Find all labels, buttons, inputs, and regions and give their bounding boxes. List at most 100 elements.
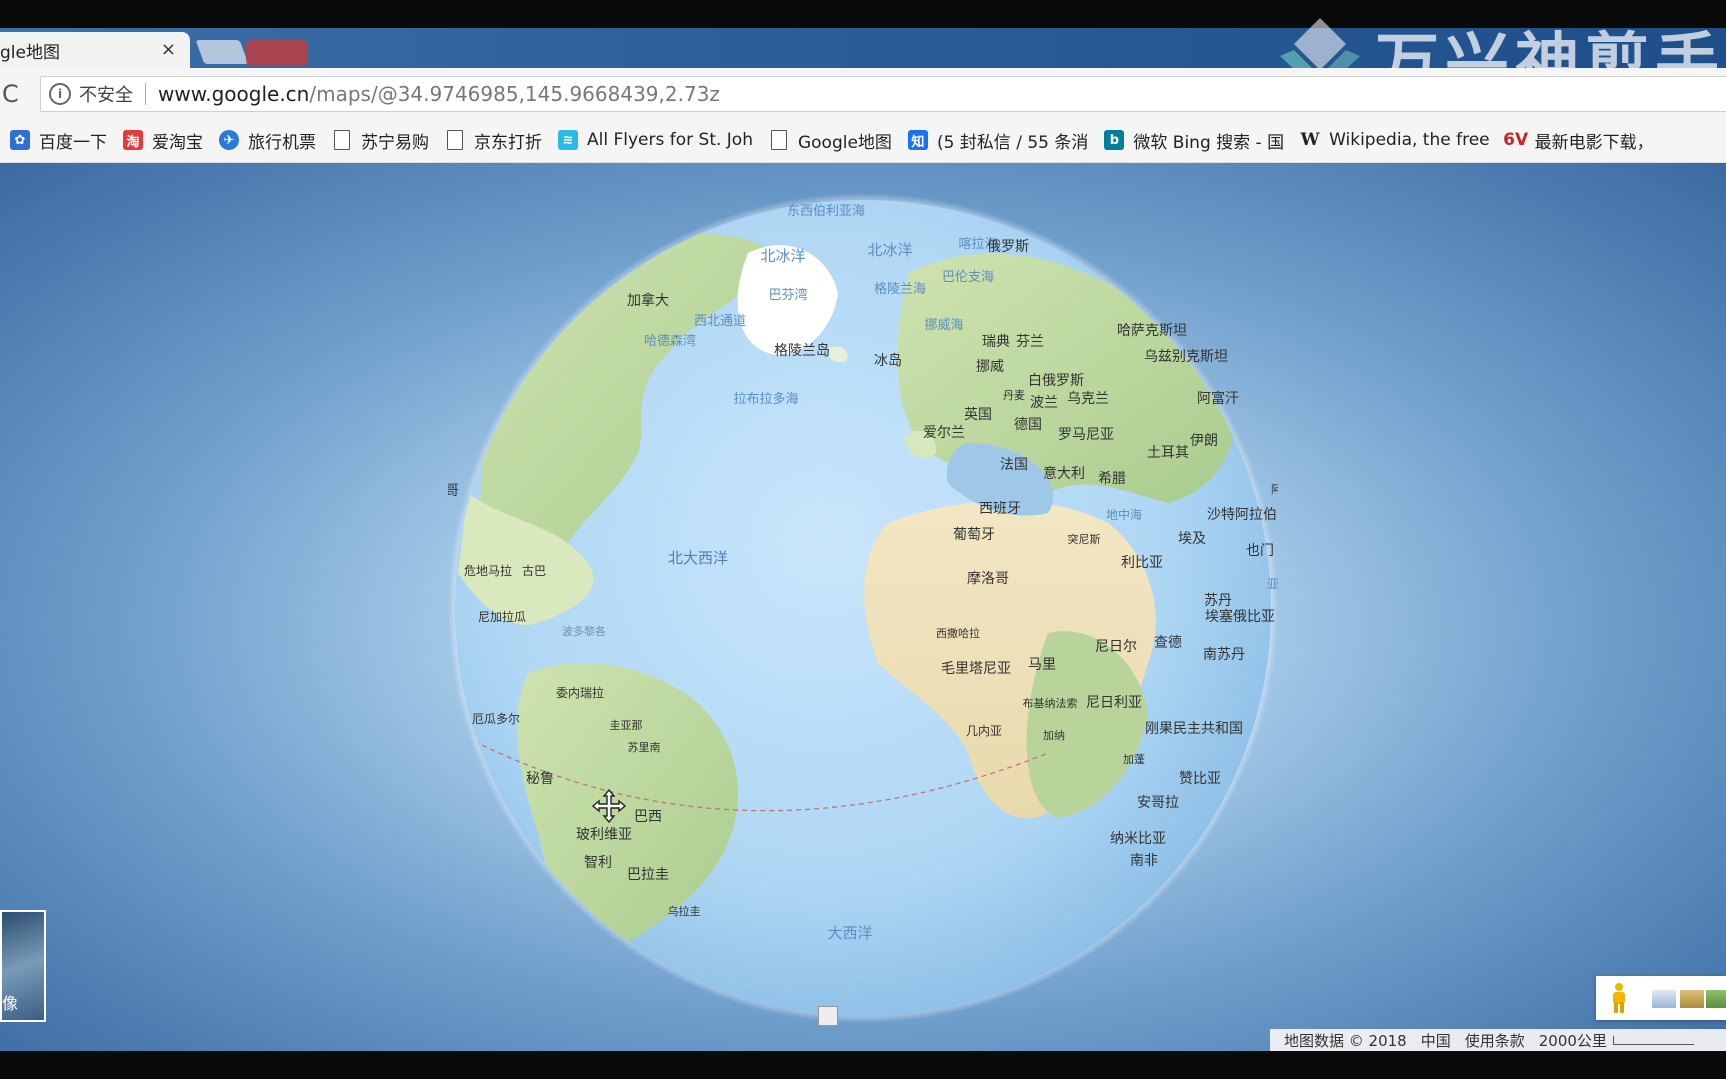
page-icon: [445, 130, 465, 150]
pegman-icon[interactable]: [1610, 982, 1628, 1014]
mali-label: 马里: [1028, 657, 1056, 673]
bookmark-travel[interactable]: ✈ 旅行机票: [219, 128, 316, 153]
tab-title: gle地图: [0, 42, 60, 63]
ireland-label: 爱尔兰: [923, 425, 965, 441]
globe[interactable]: 东西伯利亚海 北冰洋 北冰洋 喀拉海 巴伦支海 巴芬湾 格陵兰海 西北通道 哈德…: [448, 193, 1278, 1023]
bing-icon: b: [1104, 130, 1125, 150]
bookmark-zhihu[interactable]: 知 (5 封私信 / 55 条消: [907, 128, 1088, 153]
tunisia-label: 突尼斯: [1068, 532, 1101, 546]
bookmark-label: 百度一下: [39, 132, 107, 153]
satellite-layer-toggle[interactable]: 像: [0, 910, 46, 1022]
bookmark-label: 苏宁易购: [361, 132, 429, 153]
south-sudan-label: 南苏丹: [1203, 647, 1245, 663]
puerto-rico-label: 波多黎各: [562, 624, 606, 638]
russia-label: 俄罗斯: [987, 239, 1029, 255]
kazakhstan-label: 哈萨克斯坦: [1117, 323, 1187, 339]
mauritania-label: 毛里塔尼亚: [941, 661, 1011, 677]
bookmark-label: 爱淘宝: [152, 132, 203, 153]
baffin-bay-label: 巴芬湾: [768, 287, 807, 303]
guinea-label: 几内亚: [966, 724, 1002, 738]
imagery-thumb-icon[interactable]: [1706, 990, 1726, 1008]
portugal-label: 葡萄牙: [953, 527, 995, 543]
bookmark-label: 京东打折: [474, 132, 542, 153]
norwegian-sea-label: 挪威海: [924, 318, 963, 333]
angola-label: 安哥拉: [1137, 795, 1179, 811]
insecure-label[interactable]: 不安全: [79, 81, 133, 107]
bookmark-label: Wikipedia, the free: [1329, 130, 1490, 150]
taobao-icon: 淘: [123, 130, 143, 150]
chad-label: 查德: [1154, 635, 1182, 651]
scale-label[interactable]: 2000公里: [1539, 1030, 1607, 1051]
bookmark-flyers[interactable]: ≋ All Flyers for St. Joh: [558, 130, 753, 150]
arctic-ocean-label: 北冰洋: [867, 241, 912, 259]
url-path: /maps/@34.9746985,145.9668439,2.73z: [309, 82, 720, 106]
omnibox-divider: [145, 83, 146, 105]
url-host: www.google.cn: [158, 82, 310, 106]
paraguay-label: 巴拉圭: [627, 867, 669, 883]
romania-label: 罗马尼亚: [1058, 427, 1114, 443]
bookmark-taobao[interactable]: 淘 爱淘宝: [123, 128, 203, 153]
url-field[interactable]: i 不安全 www.google.cn /maps/@34.9746985,14…: [40, 76, 1726, 112]
bookmark-jd[interactable]: 京东打折: [445, 128, 542, 153]
broken-image-icon: [818, 1006, 838, 1026]
bookmarks-bar: ✿ 百度一下 淘 爱淘宝 ✈ 旅行机票 苏宁易购 京东打折 ≋ All Flye…: [0, 118, 1726, 163]
tab-close-icon[interactable]: ×: [161, 39, 176, 60]
bookmark-baidu[interactable]: ✿ 百度一下: [10, 128, 107, 153]
bookmark-google-maps[interactable]: Google地图: [769, 128, 892, 153]
yemen-label: 也门: [1246, 543, 1274, 559]
country-link[interactable]: 中国: [1421, 1030, 1451, 1051]
burkina-faso-label: 布基纳法索: [1023, 696, 1078, 710]
terms-link[interactable]: 使用条款: [1465, 1030, 1525, 1051]
bookmark-label: 最新电影下载，: [1534, 132, 1654, 153]
uk-label: 英国: [964, 406, 992, 423]
namibia-label: 纳米比亚: [1110, 831, 1166, 847]
bookmark-suning[interactable]: 苏宁易购: [332, 128, 429, 153]
morocco-label: 摩洛哥: [967, 570, 1009, 587]
belarus-label: 白俄罗斯: [1028, 373, 1084, 389]
northwest-passage-label: 西北通道: [694, 314, 746, 329]
greece-label: 希腊: [1098, 471, 1126, 487]
iran-label: 伊朗: [1190, 433, 1218, 449]
layer-label: 像: [2, 994, 19, 1013]
peru-label: 秘鲁: [526, 771, 554, 787]
bolivia-label: 玻利维亚: [576, 827, 632, 843]
ecuador-label: 厄瓜多尔: [472, 711, 520, 726]
iceland-label: 冰岛: [874, 353, 902, 369]
page-icon: [332, 130, 352, 150]
imagery-thumb-icon[interactable]: [1680, 990, 1704, 1008]
info-icon[interactable]: i: [49, 83, 71, 105]
imagery-thumb-icon[interactable]: [1652, 990, 1676, 1008]
egypt-label: 埃及: [1178, 531, 1206, 547]
move-cursor-icon: [592, 789, 626, 823]
east-siberian-sea-label: 东西伯利亚海: [787, 204, 865, 219]
brazil-label: 巴西: [634, 809, 662, 825]
bookmark-wikipedia[interactable]: W Wikipedia, the free: [1300, 130, 1490, 150]
nigeria-label: 尼日利亚: [1086, 695, 1142, 711]
browser-tab[interactable]: gle地图 ×: [0, 32, 190, 68]
reload-icon[interactable]: C: [2, 80, 19, 108]
barents-sea-label: 巴伦支海: [942, 270, 994, 285]
scale-bar[interactable]: [1612, 1035, 1694, 1045]
poland-label: 波兰: [1030, 395, 1058, 411]
italy-label: 意大利: [1043, 465, 1085, 482]
map-canvas[interactable]: 东西伯利亚海 北冰洋 北冰洋 喀拉海 巴伦支海 巴芬湾 格陵兰海 西北通道 哈德…: [0, 163, 1726, 1051]
map-data-credit[interactable]: 地图数据 © 2018: [1284, 1030, 1407, 1051]
bookmark-label: Google地图: [797, 132, 892, 153]
bookmark-bing[interactable]: b 微软 Bing 搜索 - 国: [1104, 128, 1284, 153]
greenland-label: 格陵兰岛: [774, 343, 830, 359]
arctic-ocean-label: 北冰洋: [760, 247, 805, 265]
guatemala-label: 危地马拉: [464, 563, 512, 578]
travel-icon: ✈: [219, 130, 239, 150]
hudson-bay-label: 哈德森湾: [644, 333, 696, 349]
turkey-label: 土耳其: [1147, 445, 1189, 461]
new-tab-button[interactable]: [195, 40, 249, 64]
bookmark-6v[interactable]: 6V 最新电影下载，: [1503, 128, 1654, 153]
zhihu-icon: 知: [907, 130, 928, 150]
canada-label: 加拿大: [627, 292, 669, 309]
red-sea-label: 亚丁湾: [1267, 576, 1278, 591]
sweden-label: 瑞典: [982, 334, 1010, 350]
south-africa-label: 南非: [1130, 853, 1158, 869]
taskbar-highlight: [246, 40, 308, 66]
gabon-label: 加蓬: [1123, 753, 1145, 766]
uzbekistan-label: 乌兹别克斯坦: [1144, 349, 1228, 365]
